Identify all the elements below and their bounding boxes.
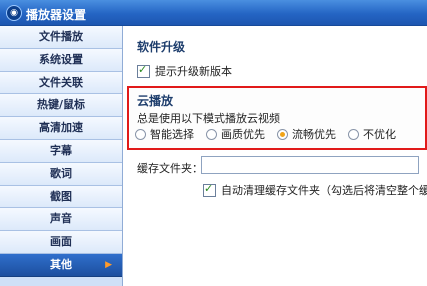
section-title-cloud-play: 云播放: [137, 94, 174, 108]
sidebar-item-picture[interactable]: 画面: [0, 231, 122, 254]
checkmark-icon: ✓: [138, 62, 148, 76]
sidebar-item-hotkey-mouse[interactable]: 热键/鼠标: [0, 94, 122, 118]
sidebar-item-sound[interactable]: 声音: [0, 208, 122, 232]
radio-button-selected[interactable]: [277, 128, 288, 140]
sidebar-item-label: 声音: [50, 212, 72, 226]
upgrade-prompt-checkbox[interactable]: ✓ 提示升级新版本: [137, 63, 232, 79]
sidebar-item-label: 歌词: [50, 166, 72, 180]
radio-no-optimization[interactable]: 不优化: [348, 126, 396, 142]
auto-clean-cache-checkbox[interactable]: ✓ 自动清理缓存文件夹（勾选后将清空整个缓: [203, 182, 427, 198]
sidebar-item-label: 截图: [50, 189, 72, 203]
sidebar-item-file-playback[interactable]: 文件播放: [0, 26, 122, 49]
radio-smart-select[interactable]: 智能选择: [135, 126, 194, 142]
title-bar: ◉ 播放器设置: [0, 0, 427, 26]
cache-folder-label: 缓存文件夹：: [137, 162, 203, 175]
cache-folder-input[interactable]: [201, 156, 419, 174]
sidebar-item-label: 热键/鼠标: [36, 98, 86, 112]
sidebar-item-other[interactable]: 其他 ▶: [0, 253, 122, 277]
sidebar-item-lyrics[interactable]: 歌词: [0, 162, 122, 186]
sidebar-item-label: 系统设置: [39, 52, 83, 66]
auto-clean-label: 自动清理缓存文件夹（勾选后将清空整个缓: [221, 184, 427, 197]
sidebar-item-label: 文件关联: [39, 75, 83, 89]
sidebar-item-label: 画面: [50, 235, 72, 249]
window-title: 播放器设置: [26, 8, 87, 22]
sidebar-item-system-settings[interactable]: 系统设置: [0, 48, 122, 72]
checkmark-icon: ✓: [204, 181, 214, 195]
radio-button[interactable]: [206, 128, 217, 140]
sidebar-item-label: 字幕: [50, 143, 72, 157]
radio-button[interactable]: [135, 128, 146, 140]
settings-sidebar: 文件播放 系统设置 文件关联 热键/鼠标 高清加速 字幕 歌词 截图 声音 画面…: [0, 26, 123, 286]
sidebar-item-label: 高清加速: [39, 121, 83, 135]
radio-label: 不优化: [363, 128, 396, 141]
player-app-icon: ◉: [6, 5, 22, 21]
sidebar-item-screenshot[interactable]: 截图: [0, 185, 122, 209]
radio-smooth-first[interactable]: 流畅优先: [277, 126, 336, 142]
sidebar-item-label: 文件播放: [39, 30, 83, 43]
sidebar-item-hd-acceleration[interactable]: 高清加速: [0, 117, 122, 140]
upgrade-checkbox-label: 提示升级新版本: [155, 65, 232, 78]
radio-button[interactable]: [348, 128, 359, 140]
sidebar-item-label: 其他: [50, 257, 72, 271]
section-title-upgrade: 软件升级: [137, 40, 186, 54]
radio-label: 流畅优先: [292, 128, 336, 141]
radio-label: 画质优先: [221, 128, 265, 141]
cloud-play-mode-group: 智能选择 画质优先 流畅优先 不优化: [135, 126, 408, 142]
checkbox[interactable]: ✓: [137, 62, 150, 78]
sidebar-item-file-association[interactable]: 文件关联: [0, 71, 122, 95]
checkbox[interactable]: ✓: [203, 181, 216, 197]
sidebar-item-subtitles[interactable]: 字幕: [0, 139, 122, 163]
settings-panel: 软件升级 ✓ 提示升级新版本 云播放 总是使用以下模式播放云视频 智能选择 画质…: [123, 26, 427, 286]
cloud-play-prompt: 总是使用以下模式播放云视频: [137, 112, 280, 125]
radio-quality-first[interactable]: 画质优先: [206, 126, 265, 142]
caret-right-icon: ▶: [105, 259, 112, 270]
radio-label: 智能选择: [150, 128, 194, 141]
